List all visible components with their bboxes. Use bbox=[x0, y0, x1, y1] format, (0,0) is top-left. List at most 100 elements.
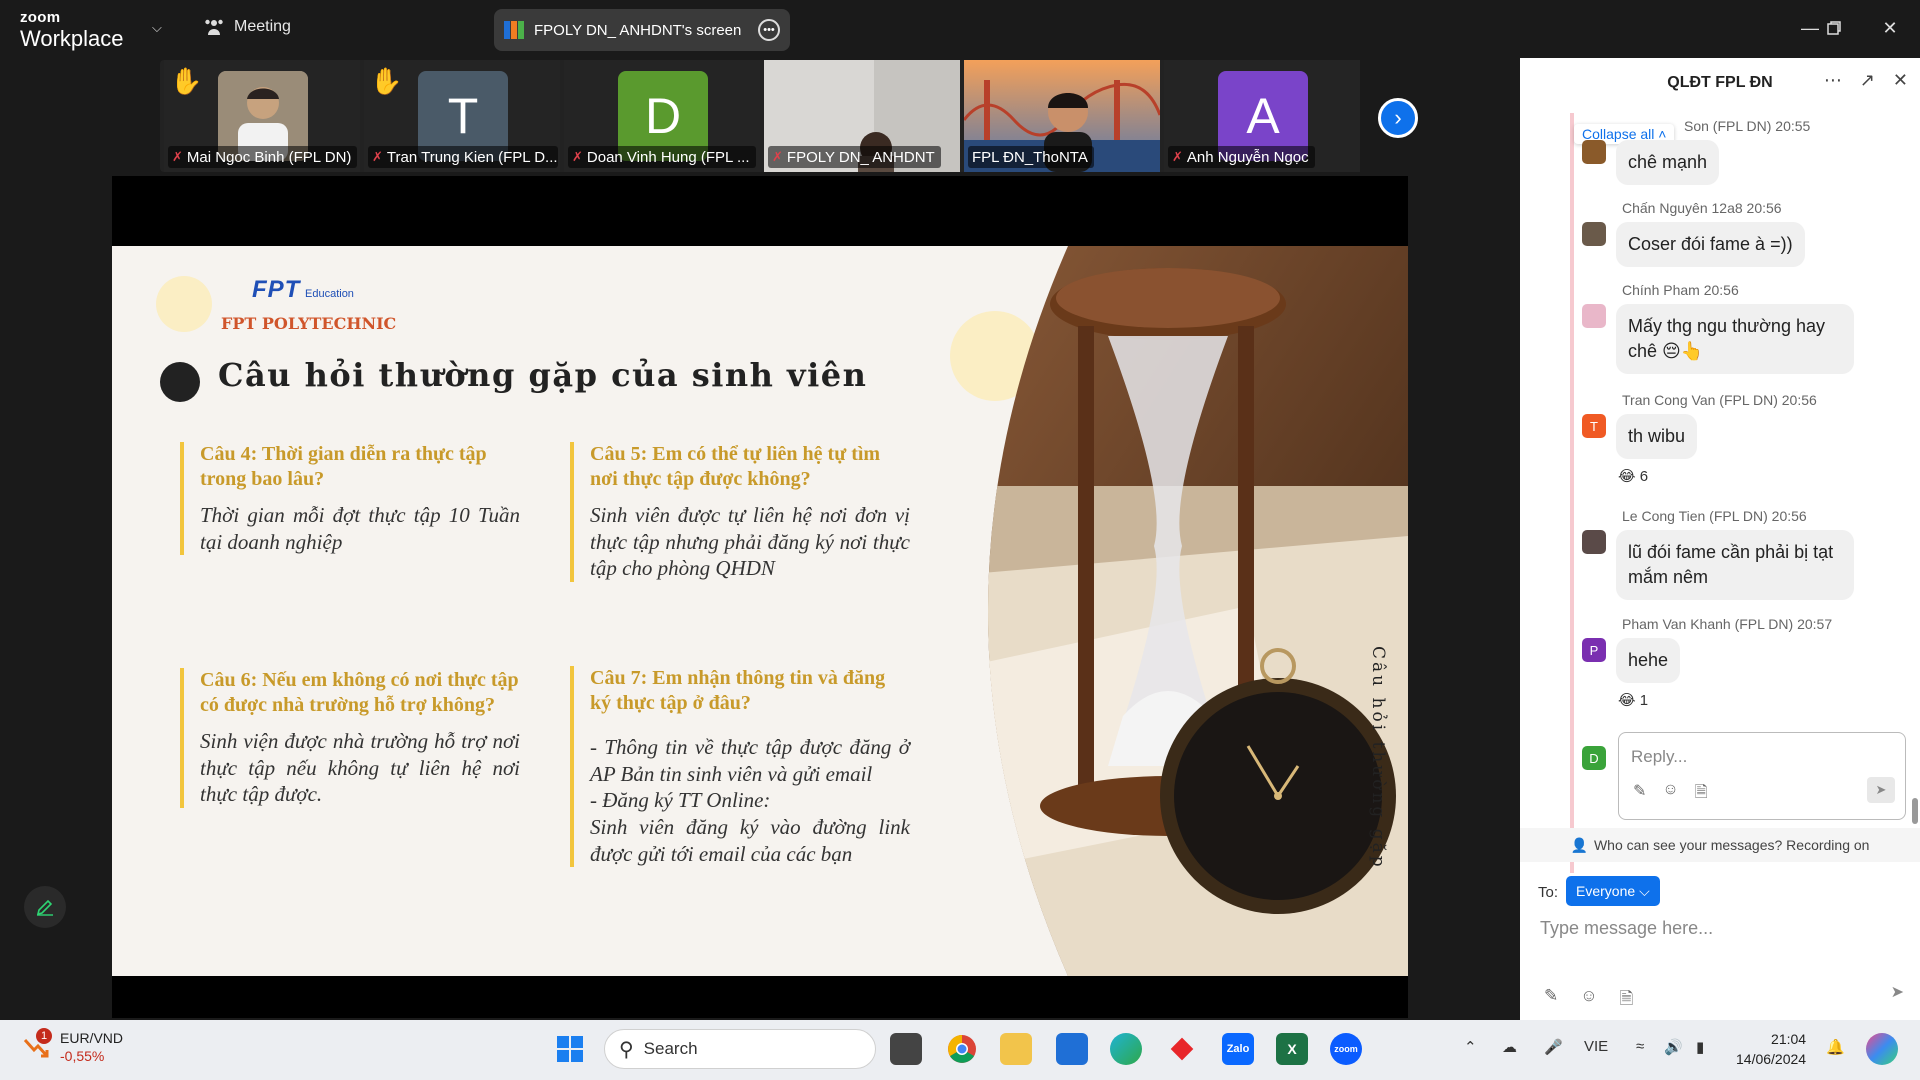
more-options-icon[interactable]: ••• bbox=[758, 19, 780, 41]
message-text[interactable]: th wibu bbox=[1616, 414, 1698, 460]
copilot-icon[interactable] bbox=[1866, 1033, 1898, 1065]
chevron-down-icon: ⌵ bbox=[1639, 882, 1650, 899]
faq-q5: Câu 5: Em có thể tự liên hệ tự tìm nơi t… bbox=[570, 442, 910, 582]
person-icon: 👤 bbox=[1570, 836, 1588, 853]
currency-widget[interactable]: 1 EUR/VND -0,55% bbox=[22, 1027, 123, 1065]
participant-name-tag: ✗ Anh Nguyễn Ngọc bbox=[1168, 146, 1315, 168]
send-icon[interactable]: ➤ bbox=[1867, 777, 1895, 803]
more-icon[interactable]: ⋯ bbox=[1824, 70, 1842, 91]
message-text[interactable]: hehe bbox=[1616, 638, 1681, 684]
battery-icon[interactable]: ▮ bbox=[1696, 1038, 1704, 1056]
message-text[interactable]: Mấy thg ngu thường hay chê 😔👆 bbox=[1616, 304, 1854, 375]
muted-mic-icon: ✗ bbox=[1172, 149, 1183, 164]
restore-button[interactable] bbox=[1814, 14, 1854, 42]
fpt-polytechnic-text: FPT POLYTECHNIC bbox=[221, 314, 397, 333]
windows-taskbar: 1 EUR/VND -0,55% ⚲ Search Zalo X zoom ⌃ … bbox=[0, 1020, 1920, 1080]
participant-tile[interactable]: ✗ FPOLY DN_ ANHDNT bbox=[764, 60, 960, 172]
close-icon[interactable]: ✕ bbox=[1893, 70, 1908, 91]
format-icon[interactable]: ✎ bbox=[1633, 781, 1646, 808]
reply-input[interactable]: Reply... ✎ ☺ 🗎 ➤ bbox=[1618, 732, 1906, 820]
send-icon[interactable]: ➤ bbox=[1891, 982, 1904, 1002]
fpt-logo-text: FPT bbox=[252, 276, 301, 303]
windows-start-icon[interactable] bbox=[554, 1033, 586, 1065]
sender-avatar bbox=[1582, 530, 1606, 554]
participant-name: FPL ĐN_ThoNTA bbox=[972, 148, 1088, 166]
message-input[interactable]: Type message here... bbox=[1540, 918, 1713, 939]
clock-date: 14/06/2024 bbox=[1736, 1050, 1807, 1067]
message-sender: Pham Van Khanh (FPL DN) 20:57 bbox=[1622, 616, 1833, 632]
participant-name: Mai Ngoc Binh (FPL DN) bbox=[186, 148, 352, 166]
task-view-icon[interactable] bbox=[890, 1033, 922, 1065]
screen-share-pill[interactable]: FPOLY DN_ ANHDNT's screen ••• bbox=[494, 9, 790, 51]
chat-header-actions: ⋯ ↗ ✕ bbox=[1824, 70, 1908, 91]
faq-question: Câu 5: Em có thể tự liên hệ tự tìm nơi t… bbox=[590, 443, 881, 490]
reaction-badge[interactable]: 😂 1 bbox=[1618, 691, 1902, 709]
faq-q4: Câu 4: Thời gian diễn ra thực tập trong … bbox=[180, 442, 520, 556]
participant-name: FPOLY DN_ ANHDNT bbox=[786, 148, 935, 166]
message-text[interactable]: lũ đói fame cần phải bị tạt mắm nêm bbox=[1616, 530, 1854, 601]
participant-tile[interactable]: T ✋ ✗ Tran Trung Kien (FPL D... bbox=[364, 60, 560, 172]
volume-icon[interactable]: 🔊 bbox=[1664, 1038, 1683, 1056]
participant-name-tag: ✗ Tran Trung Kien (FPL D... bbox=[368, 146, 558, 168]
file-explorer-icon[interactable] bbox=[1000, 1033, 1032, 1065]
participant-name-tag: ✗ FPOLY DN_ ANHDNT bbox=[768, 146, 941, 168]
tray-chevron-icon[interactable]: ⌃ bbox=[1464, 1038, 1477, 1056]
file-icon[interactable]: 🗎 bbox=[1695, 781, 1708, 808]
meeting-menu[interactable]: Meeting bbox=[204, 18, 291, 36]
excel-icon[interactable]: X bbox=[1276, 1033, 1308, 1065]
clock-time: 21:04 bbox=[1771, 1031, 1807, 1047]
raised-hand-icon: ✋ bbox=[370, 66, 403, 96]
microphone-icon[interactable]: 🎤 bbox=[1544, 1038, 1563, 1056]
fx-change: -0,55% bbox=[60, 1047, 105, 1064]
emoji-icon[interactable]: ☺ bbox=[1580, 986, 1597, 1015]
chevron-down-icon[interactable]: ⌵ bbox=[152, 20, 162, 36]
edge-icon[interactable] bbox=[1110, 1033, 1142, 1065]
clock[interactable]: 21:04 14/06/2024 bbox=[1736, 1030, 1806, 1069]
chrome-icon[interactable] bbox=[946, 1033, 978, 1065]
cloud-icon[interactable]: ☁ bbox=[1502, 1038, 1517, 1056]
file-icon[interactable]: 🗎 bbox=[1620, 986, 1634, 1015]
participant-tile[interactable]: A ✗ Anh Nguyễn Ngọc bbox=[1164, 60, 1360, 172]
notification-badge: 1 bbox=[36, 1027, 52, 1044]
participant-tile[interactable]: D ✗ Doan Vinh Hung (FPL ... bbox=[564, 60, 760, 172]
to-label: To: bbox=[1538, 884, 1559, 901]
zoom-app-icon[interactable]: zoom bbox=[1330, 1033, 1362, 1065]
message-text[interactable]: chê mạnh bbox=[1616, 140, 1720, 186]
reply-placeholder: Reply... bbox=[1631, 747, 1688, 766]
wifi-icon[interactable]: ≈ bbox=[1636, 1038, 1644, 1055]
decorative-circle bbox=[156, 276, 212, 332]
title-bullet bbox=[160, 362, 200, 402]
annotate-pencil-icon[interactable] bbox=[24, 886, 66, 928]
anydesk-icon[interactable] bbox=[1166, 1033, 1198, 1065]
fpt-logo-icon bbox=[504, 21, 524, 39]
chat-scrollbar[interactable] bbox=[1912, 798, 1918, 824]
participant-tile-active-speaker[interactable]: FPL ĐN_ThoNTA bbox=[964, 60, 1160, 172]
message-sender: Tran Cong Van (FPL DN) 20:56 bbox=[1622, 392, 1817, 408]
brand-small: zoom bbox=[20, 9, 61, 26]
participant-name-tag: ✗ Doan Vinh Hung (FPL ... bbox=[568, 146, 756, 168]
participant-name: Anh Nguyễn Ngọc bbox=[1186, 148, 1309, 166]
reaction-badge[interactable]: 😂 6 bbox=[1618, 467, 1902, 485]
muted-mic-icon: ✗ bbox=[772, 149, 783, 164]
recipient-dropdown[interactable]: Everyone ⌵ bbox=[1566, 876, 1660, 906]
taskbar-search[interactable]: ⚲ Search bbox=[604, 1029, 876, 1069]
pop-out-icon[interactable]: ↗ bbox=[1860, 70, 1875, 91]
message-sender: Son (FPL DN) 20:55 bbox=[1684, 118, 1811, 134]
notification-bell-icon[interactable]: 🔔 bbox=[1826, 1038, 1845, 1056]
zoom-logo[interactable]: zoom Workplace bbox=[20, 10, 124, 50]
visibility-notice[interactable]: 👤 Who can see your messages? Recording o… bbox=[1520, 828, 1920, 862]
faq-question: Câu 6: Nếu em không có nơi thực tập có đ… bbox=[200, 669, 519, 716]
language-indicator[interactable]: VIE bbox=[1584, 1038, 1608, 1055]
sender-avatar bbox=[1582, 304, 1606, 328]
format-icon[interactable]: ✎ bbox=[1544, 986, 1558, 1015]
store-icon[interactable] bbox=[1056, 1033, 1088, 1065]
participant-name-tag: FPL ĐN_ThoNTA bbox=[968, 146, 1094, 168]
participant-name-tag: ✗ Mai Ngoc Binh (FPL DN) bbox=[168, 146, 358, 168]
zalo-icon[interactable]: Zalo bbox=[1222, 1033, 1254, 1065]
next-page-arrow-icon[interactable]: › bbox=[1378, 98, 1418, 138]
emoji-icon[interactable]: ☺ bbox=[1662, 781, 1678, 808]
close-button[interactable]: ✕ bbox=[1870, 14, 1910, 42]
chat-message: Tran Cong Van (FPL DN) 20:56 T th wibu 😂… bbox=[1582, 392, 1902, 485]
participant-tile[interactable]: ✋ ✗ Mai Ngoc Binh (FPL DN) bbox=[164, 60, 360, 172]
message-text[interactable]: Coser đói fame à =)) bbox=[1616, 222, 1805, 268]
